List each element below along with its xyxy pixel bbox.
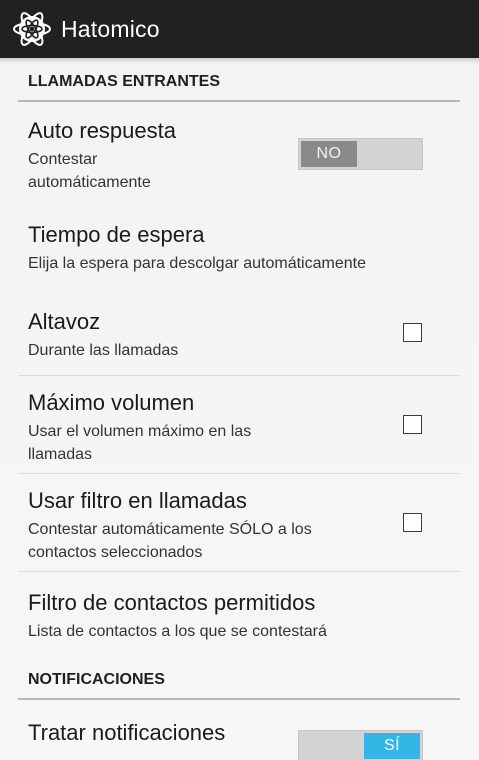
pref-title: Filtro de contactos permitidos	[28, 590, 316, 615]
switch-thumb-off: NO	[301, 141, 357, 167]
pref-handle-notifications[interactable]: Tratar notificaciones SÍ	[18, 702, 460, 760]
pref-title: Auto respuesta	[28, 118, 176, 143]
pref-summary-line2: llamadas	[28, 446, 93, 463]
pref-title: Usar filtro en llamadas	[28, 488, 247, 513]
action-bar-shadow	[0, 58, 479, 64]
pref-speaker[interactable]: Altavoz Durante las llamadas	[18, 295, 460, 376]
preferences-list[interactable]: LLAMADAS ENTRANTES Auto respuesta Contes…	[0, 58, 479, 760]
pref-summary-line1: Contestar automáticamente SÓLO a los	[28, 521, 312, 538]
auto-answer-switch[interactable]: NO	[298, 138, 423, 170]
section-header-notifications: NOTIFICACIONES	[18, 656, 460, 700]
pref-summary-line2: contactos seleccionados	[28, 544, 203, 561]
pref-title: Máximo volumen	[28, 390, 195, 415]
pref-call-filter[interactable]: Usar filtro en llamadas Contestar automá…	[18, 474, 460, 572]
pref-auto-answer[interactable]: Auto respuesta Contestar automáticamente…	[18, 104, 460, 200]
app-title: Hatomico	[61, 15, 160, 42]
speaker-checkbox[interactable]	[403, 323, 422, 342]
section-header-incoming-calls: LLAMADAS ENTRANTES	[18, 58, 460, 102]
atom-icon[interactable]	[12, 9, 52, 49]
pref-title: Tratar notificaciones	[28, 720, 226, 745]
action-bar: Hatomico	[0, 0, 479, 58]
pref-title: Tiempo de espera	[28, 222, 205, 247]
pref-title: Altavoz	[28, 309, 101, 334]
pref-summary: Elija la espera para descolgar automátic…	[28, 255, 366, 272]
switch-thumb-on: SÍ	[364, 733, 420, 759]
pref-allowed-contacts[interactable]: Filtro de contactos permitidos Lista de …	[18, 572, 460, 656]
handle-notifications-switch[interactable]: SÍ	[298, 730, 423, 760]
pref-summary-line1: Contestar	[28, 151, 98, 168]
call-filter-checkbox[interactable]	[403, 513, 422, 532]
pref-summary: Durante las llamadas	[28, 342, 179, 359]
pref-wait-time[interactable]: Tiempo de espera Elija la espera para de…	[18, 208, 460, 288]
pref-max-volume[interactable]: Máximo volumen Usar el volumen máximo en…	[18, 376, 460, 474]
pref-summary-line1: Usar el volumen máximo en las	[28, 423, 252, 440]
pref-summary-line2: automáticamente	[28, 174, 151, 191]
pref-summary: Lista de contactos a los que se contesta…	[28, 623, 327, 640]
max-volume-checkbox[interactable]	[403, 415, 422, 434]
